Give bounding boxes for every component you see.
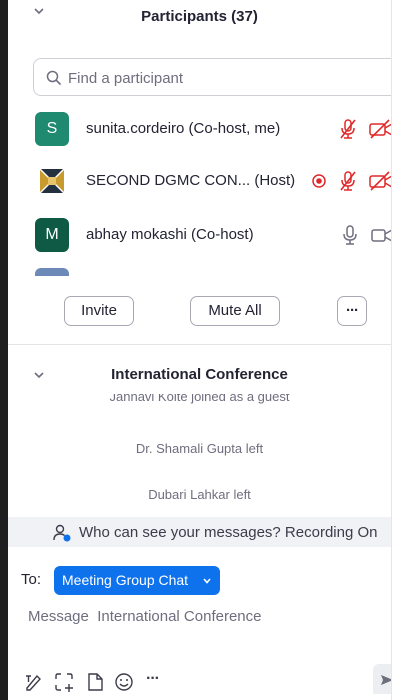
window-edge — [0, 0, 8, 700]
system-message-text: Jahnavi Kolte joined as a guest — [109, 394, 290, 404]
avatar — [35, 268, 69, 276]
participant-search[interactable] — [33, 58, 391, 96]
recording-icon — [312, 174, 326, 188]
recipient-label: Meeting Group Chat — [62, 572, 189, 588]
participant-name: sunita.cordeiro (Co-host, me) — [86, 120, 281, 137]
more-button[interactable]: ··· — [337, 296, 367, 326]
chat-title: International Conference — [111, 366, 288, 383]
message-input[interactable] — [28, 604, 383, 628]
send-button[interactable] — [373, 664, 391, 694]
participant-row[interactable]: S sunita.cordeiro (Co-host, me) — [8, 106, 391, 154]
chat-toolbar: ··· — [8, 668, 391, 696]
participant-row[interactable]: M abhay mokashi (Co-host) — [8, 212, 391, 260]
who-can-see-icon — [53, 524, 71, 542]
avatar — [35, 164, 69, 198]
participant-row[interactable]: SECOND DGMC CON... (Host) — [8, 158, 391, 206]
mic-muted-icon[interactable] — [338, 169, 358, 193]
mute-all-button[interactable]: Mute All — [190, 296, 280, 326]
file-icon[interactable] — [84, 671, 106, 693]
system-message: Dubari Lahkar left — [148, 487, 251, 502]
send-icon — [381, 675, 391, 685]
to-label: To: — [21, 571, 42, 588]
participant-status — [311, 169, 391, 193]
participants-title: Participants (37) — [141, 8, 258, 25]
recipient-dropdown[interactable]: Meeting Group Chat — [54, 566, 220, 595]
search-icon — [46, 70, 62, 86]
chevron-down-icon — [203, 578, 211, 584]
format-icon[interactable] — [23, 671, 45, 693]
video-off-icon[interactable] — [368, 169, 391, 193]
avatar: S — [35, 112, 69, 146]
system-message: Jahnavi Kolte joined as a guest — [8, 394, 391, 408]
video-icon[interactable] — [370, 223, 391, 247]
avatar: M — [35, 218, 69, 252]
scrollbar[interactable] — [391, 0, 399, 700]
screenshot-icon[interactable] — [53, 671, 75, 693]
side-panel: Participants (37) S sunita.cordeiro (Co-… — [8, 0, 391, 700]
section-divider — [8, 344, 391, 345]
participant-name: SECOND DGMC CON... (Host) — [86, 172, 296, 189]
more-icon[interactable]: ··· — [146, 670, 160, 688]
mic-icon[interactable] — [340, 223, 360, 247]
participants-header: Participants (37) — [8, 0, 391, 36]
emoji-icon[interactable] — [113, 671, 135, 693]
participant-name: abhay mokashi (Co-host) — [86, 226, 254, 243]
mic-muted-icon[interactable] — [338, 117, 358, 141]
participant-status — [338, 117, 391, 141]
who-can-see-banner[interactable]: Who can see your messages? Recording On — [8, 517, 391, 547]
search-input[interactable] — [68, 67, 388, 89]
participant-status — [340, 223, 391, 247]
who-can-see-text: Who can see your messages? Recording On — [79, 524, 378, 541]
invite-button[interactable]: Invite — [64, 296, 134, 326]
system-message: Dr. Shamali Gupta left — [135, 441, 264, 456]
video-off-icon[interactable] — [368, 117, 391, 141]
